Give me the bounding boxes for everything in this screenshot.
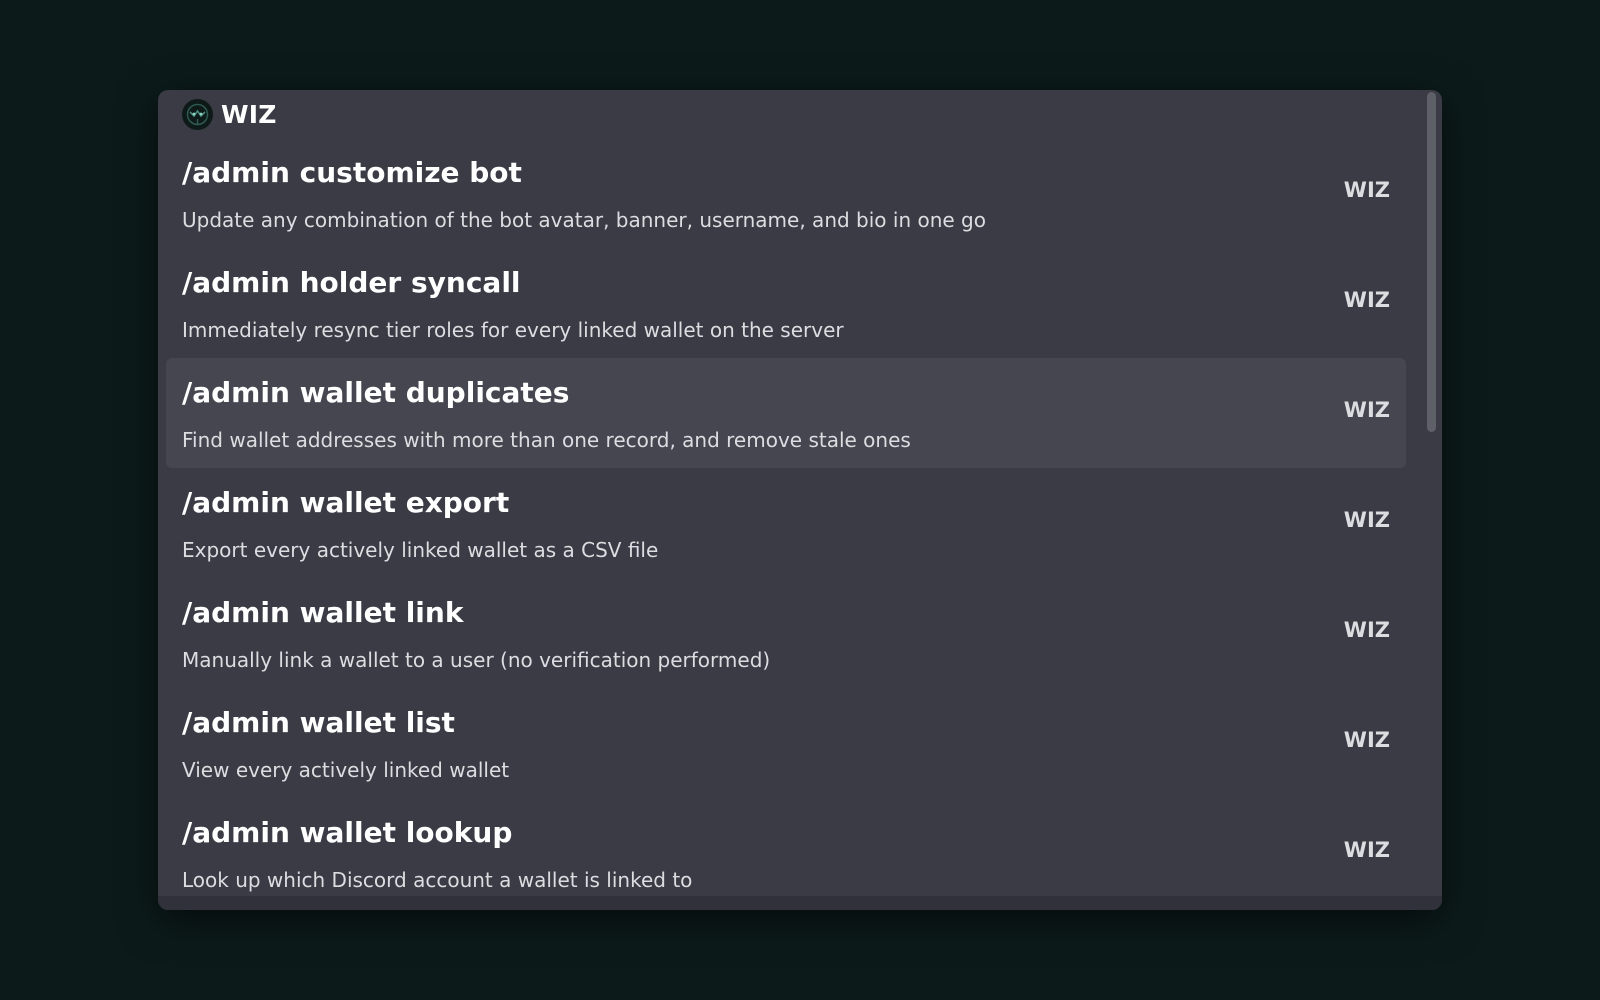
command-option[interactable]: /admin wallet lookup Look up which Disco… <box>166 798 1406 896</box>
bot-avatar-icon <box>182 98 213 130</box>
command-list-viewport: WIZ /admin customize bot Update any comb… <box>158 90 1442 896</box>
panel-footer-edge <box>158 896 1442 910</box>
app-section-title: WIZ <box>221 99 277 129</box>
command-source-label: WIZ <box>1343 398 1390 422</box>
scrollbar-thumb[interactable] <box>1427 92 1436 432</box>
command-name: /admin wallet lookup <box>182 816 513 849</box>
command-description: Update any combination of the bot avatar… <box>182 208 986 232</box>
command-name: /admin wallet duplicates <box>182 376 570 409</box>
command-source-label: WIZ <box>1343 838 1390 862</box>
command-description: Export every actively linked wallet as a… <box>182 538 659 562</box>
command-description: Immediately resync tier roles for every … <box>182 318 844 342</box>
command-list: /admin customize bot Update any combinat… <box>166 138 1406 896</box>
command-source-label: WIZ <box>1343 618 1390 642</box>
command-option[interactable]: /admin wallet export Export every active… <box>166 468 1406 578</box>
app-section-header: WIZ <box>182 96 277 132</box>
command-name: /admin customize bot <box>182 156 522 189</box>
command-option[interactable]: /admin wallet list View every actively l… <box>166 688 1406 798</box>
command-autocomplete-panel: WIZ /admin customize bot Update any comb… <box>158 90 1442 910</box>
command-option[interactable]: /admin wallet link Manually link a walle… <box>166 578 1406 688</box>
command-option[interactable]: /admin customize bot Update any combinat… <box>166 138 1406 248</box>
command-description: Manually link a wallet to a user (no ver… <box>182 648 771 672</box>
scrollbar[interactable] <box>1427 92 1436 892</box>
command-option-selected[interactable]: /admin wallet duplicates Find wallet add… <box>166 358 1406 468</box>
command-source-label: WIZ <box>1343 178 1390 202</box>
command-description: Look up which Discord account a wallet i… <box>182 868 693 892</box>
command-name: /admin holder syncall <box>182 266 521 299</box>
command-name: /admin wallet list <box>182 706 455 739</box>
command-name: /admin wallet link <box>182 596 464 629</box>
command-description: View every actively linked wallet <box>182 758 510 782</box>
command-name: /admin wallet export <box>182 486 510 519</box>
command-source-label: WIZ <box>1343 728 1390 752</box>
command-option[interactable]: /admin holder syncall Immediately resync… <box>166 248 1406 358</box>
command-source-label: WIZ <box>1343 288 1390 312</box>
command-description: Find wallet addresses with more than one… <box>182 428 911 452</box>
command-source-label: WIZ <box>1343 508 1390 532</box>
